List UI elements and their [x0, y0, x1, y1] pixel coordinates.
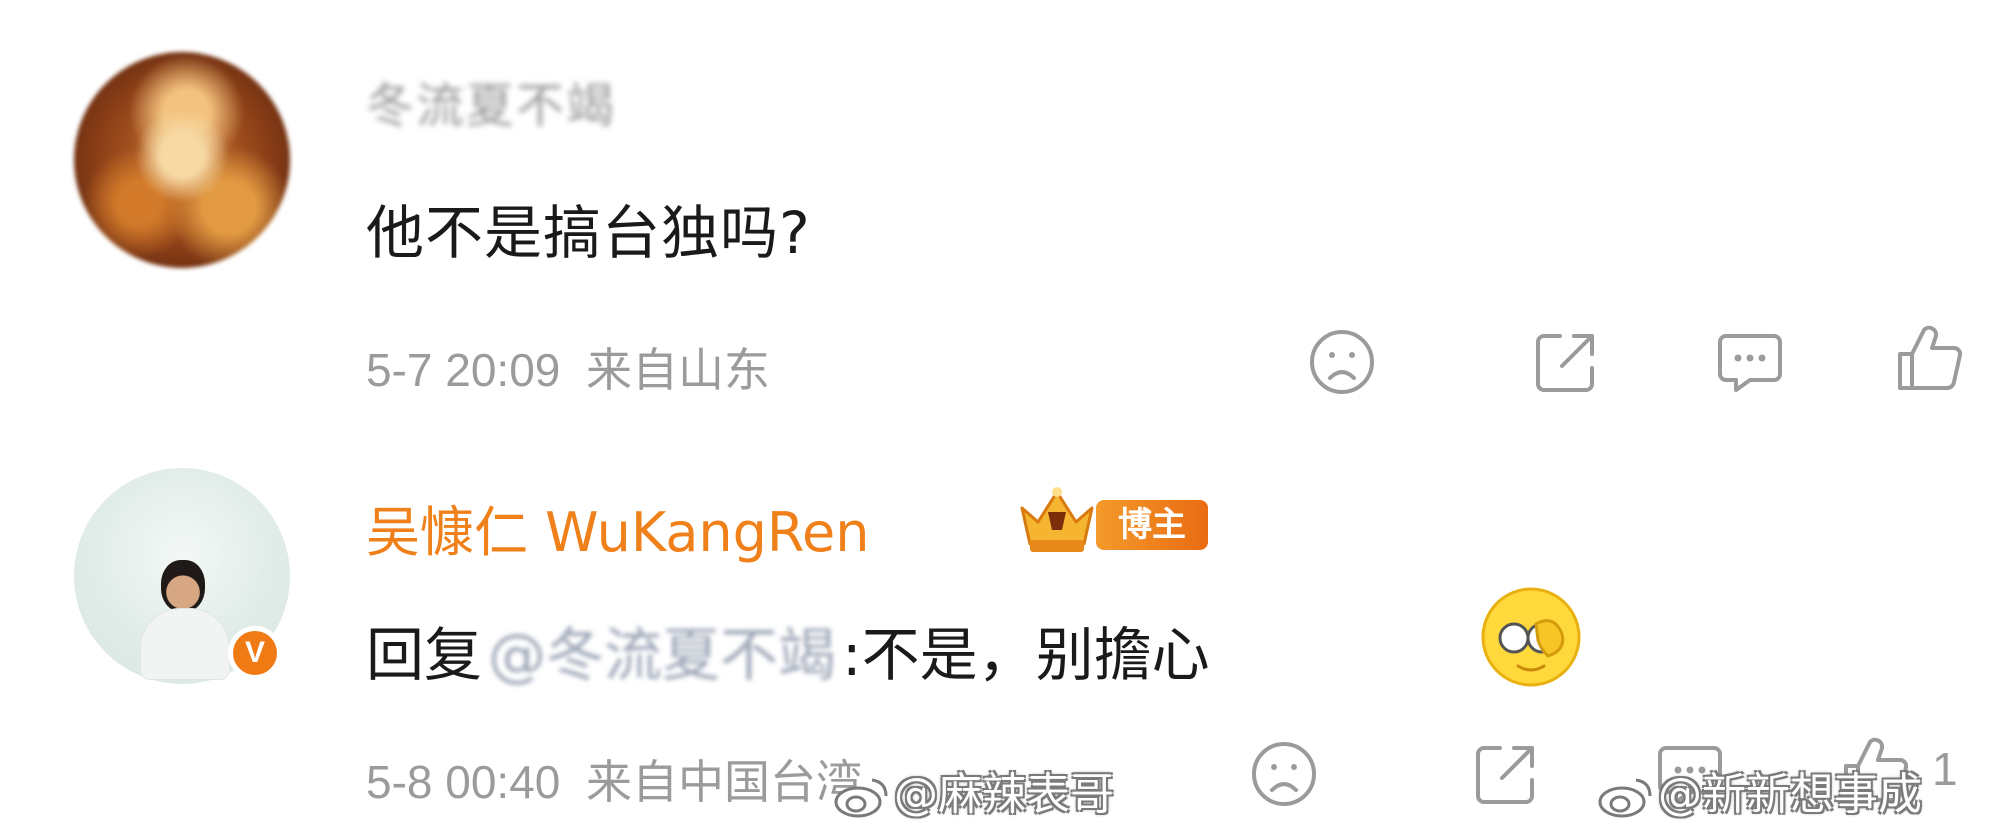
- comment-meta: 5-8 00:40 来自中国台湾: [366, 746, 862, 812]
- reply-content: :不是，别擔心: [842, 621, 1210, 689]
- location: 来自山东: [585, 344, 770, 396]
- blogger-badge: 博主: [1096, 500, 1208, 550]
- comment-text: 他不是搞台独吗?: [366, 199, 811, 267]
- weibo-logo-icon: [1598, 778, 1652, 818]
- username[interactable]: 吴慷仁 WuKangRen: [366, 488, 869, 567]
- weibo-logo-icon: [834, 778, 888, 818]
- comment-meta: 5-7 20:09 来自山东: [366, 334, 770, 400]
- comment-icon[interactable]: [1710, 322, 1790, 402]
- mention-link[interactable]: @冬流夏不竭: [482, 621, 842, 689]
- timestamp: 5-7 20:09: [366, 344, 561, 396]
- dislike-icon[interactable]: [1302, 322, 1382, 402]
- timestamp: 5-8 00:40: [366, 756, 561, 808]
- watermark: @新新想事成: [1596, 758, 1922, 822]
- like-icon[interactable]: [1890, 318, 1970, 398]
- reply-text: 回复 @冬流夏不竭:不是，别擔心: [366, 608, 1210, 692]
- share-icon[interactable]: [1466, 734, 1546, 814]
- location: 来自中国台湾: [585, 756, 862, 808]
- avatar-person-body: [140, 608, 230, 680]
- username[interactable]: 冬流夏不竭: [366, 66, 616, 136]
- crown-icon: [1012, 478, 1102, 558]
- watermark: @麻辣表哥: [832, 758, 1114, 822]
- watermark-text: @新新想事成: [1658, 769, 1922, 820]
- verified-badge: V: [228, 626, 282, 680]
- user-avatar[interactable]: [74, 52, 290, 268]
- share-icon[interactable]: [1526, 322, 1606, 402]
- dislike-icon[interactable]: [1244, 734, 1324, 814]
- reply-prefix: 回复: [366, 621, 483, 689]
- watermark-text: @麻辣表哥: [894, 769, 1114, 820]
- like-count: 1: [1932, 743, 1958, 795]
- facepalm-emoji-icon: [1478, 584, 1584, 690]
- avatar-person-head: [161, 560, 205, 612]
